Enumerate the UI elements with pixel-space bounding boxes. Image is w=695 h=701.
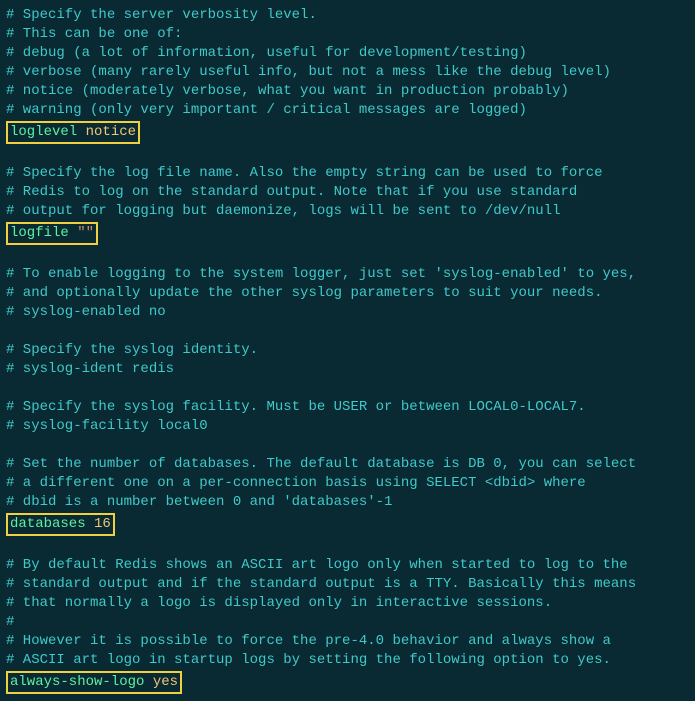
config-line: # standard output and if the standard ou… — [6, 575, 689, 594]
comment-text: # syslog-enabled no — [6, 304, 166, 320]
comment-text: # Specify the syslog facility. Must be U… — [6, 399, 586, 415]
comment-text: # a different one on a per-connection ba… — [6, 475, 586, 491]
config-line: databases 16 — [6, 512, 689, 537]
comment-text: # However it is possible to force the pr… — [6, 633, 611, 649]
comment-text: # ASCII art logo in startup logs by sett… — [6, 652, 611, 668]
config-line: always-show-logo yes — [6, 670, 689, 695]
comment-text: # syslog-facility local0 — [6, 418, 208, 434]
highlighted-config: always-show-logo yes — [6, 671, 182, 694]
config-line: # output for logging but daemonize, logs… — [6, 202, 689, 221]
config-line: # However it is possible to force the pr… — [6, 632, 689, 651]
config-line: # ASCII art logo in startup logs by sett… — [6, 651, 689, 670]
comment-text: # and optionally update the other syslog… — [6, 285, 603, 301]
comment-text: # Redis to log on the standard output. N… — [6, 184, 577, 200]
config-line: # dbid is a number between 0 and 'databa… — [6, 493, 689, 512]
comment-text: # dbid is a number between 0 and 'databa… — [6, 494, 392, 510]
comment-text: # Specify the syslog identity. — [6, 342, 258, 358]
config-line: # Specify the server verbosity level. — [6, 6, 689, 25]
comment-text: # standard output and if the standard ou… — [6, 576, 636, 592]
config-line: # notice (moderately verbose, what you w… — [6, 82, 689, 101]
config-line: # By default Redis shows an ASCII art lo… — [6, 556, 689, 575]
config-key: loglevel — [10, 124, 77, 140]
config-line: # Specify the syslog facility. Must be U… — [6, 398, 689, 417]
comment-text: # output for logging but daemonize, logs… — [6, 203, 561, 219]
config-line: loglevel notice — [6, 120, 689, 145]
comment-text: # that normally a logo is displayed only… — [6, 595, 552, 611]
config-value: 16 — [94, 516, 111, 532]
config-line: # Specify the syslog identity. — [6, 341, 689, 360]
config-line: # This can be one of: — [6, 25, 689, 44]
config-line: # warning (only very important / critica… — [6, 101, 689, 120]
config-value: notice — [86, 124, 136, 140]
config-line: # syslog-facility local0 — [6, 417, 689, 436]
comment-text: # Specify the server verbosity level. — [6, 7, 317, 23]
comment-text: # — [6, 614, 14, 630]
config-line — [6, 145, 689, 164]
comment-text: # By default Redis shows an ASCII art lo… — [6, 557, 628, 573]
config-line: # — [6, 613, 689, 632]
highlighted-config: databases 16 — [6, 513, 115, 536]
comment-text: # syslog-ident redis — [6, 361, 174, 377]
comment-text: # notice (moderately verbose, what you w… — [6, 83, 569, 99]
config-line: # To enable logging to the system logger… — [6, 265, 689, 284]
comment-text: # verbose (many rarely useful info, but … — [6, 64, 611, 80]
config-value: "" — [77, 225, 94, 241]
config-line: # Redis to log on the standard output. N… — [6, 183, 689, 202]
comment-text: # Specify the log file name. Also the em… — [6, 165, 603, 181]
config-line: # a different one on a per-connection ba… — [6, 474, 689, 493]
config-line: # and optionally update the other syslog… — [6, 284, 689, 303]
config-key: always-show-logo — [10, 674, 144, 690]
comment-text: # debug (a lot of information, useful fo… — [6, 45, 527, 61]
config-line: # syslog-ident redis — [6, 360, 689, 379]
config-line — [6, 379, 689, 398]
config-line: # that normally a logo is displayed only… — [6, 594, 689, 613]
config-line: # verbose (many rarely useful info, but … — [6, 63, 689, 82]
config-line: # Specify the log file name. Also the em… — [6, 164, 689, 183]
comment-text: # warning (only very important / critica… — [6, 102, 527, 118]
comment-text: # To enable logging to the system logger… — [6, 266, 636, 282]
config-value: yes — [153, 674, 178, 690]
config-line: # Set the number of databases. The defau… — [6, 455, 689, 474]
config-key: databases — [10, 516, 86, 532]
comment-text: # This can be one of: — [6, 26, 182, 42]
highlighted-config: logfile "" — [6, 222, 98, 245]
config-file-content: # Specify the server verbosity level. # T… — [6, 6, 689, 695]
config-line: # syslog-enabled no — [6, 303, 689, 322]
config-line — [6, 246, 689, 265]
config-line: logfile "" — [6, 221, 689, 246]
comment-text: # Set the number of databases. The defau… — [6, 456, 636, 472]
config-line — [6, 436, 689, 455]
highlighted-config: loglevel notice — [6, 121, 140, 144]
config-line — [6, 537, 689, 556]
config-key: logfile — [10, 225, 69, 241]
config-line: # debug (a lot of information, useful fo… — [6, 44, 689, 63]
config-line — [6, 322, 689, 341]
